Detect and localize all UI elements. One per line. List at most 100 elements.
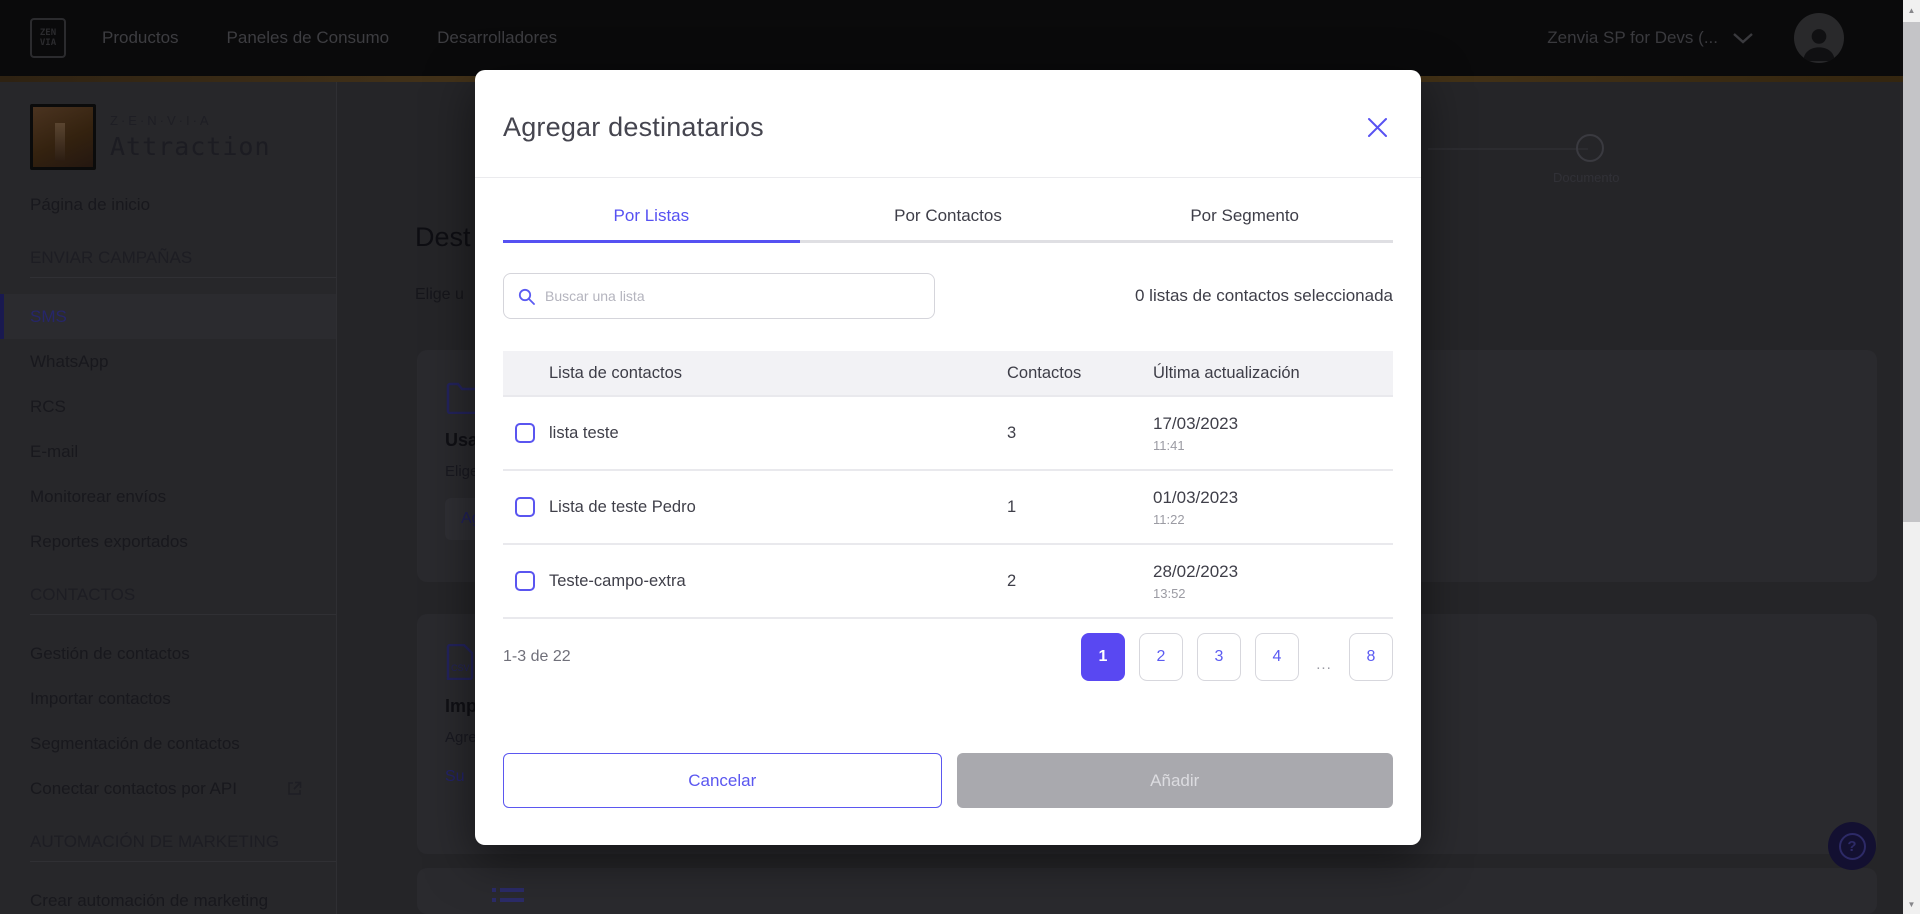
search-input[interactable] — [545, 288, 905, 304]
main-menu: Productos Paneles de Consumo Desarrollad… — [102, 28, 557, 48]
update-date: 17/03/2023 — [1153, 413, 1239, 433]
brand-name: Z·E·N·V·I·A — [110, 113, 212, 128]
column-header-ultima-actualizacion: Última actualización — [1153, 363, 1300, 382]
add-button[interactable]: Añadir — [956, 753, 1393, 808]
pagination-pages: 1 2 3 4 ... 8 — [1081, 633, 1393, 681]
tab-por-listas[interactable]: Por Listas — [503, 192, 800, 243]
tab-por-contactos[interactable]: Por Contactos — [799, 192, 1097, 243]
page-button-2[interactable]: 2 — [1139, 633, 1183, 681]
pagination-ellipsis: ... — [1316, 655, 1332, 673]
row-checkbox[interactable] — [515, 571, 535, 591]
subir-archivo-link[interactable]: Su — [445, 768, 465, 786]
sidebar-item-pagina-de-inicio[interactable]: Página de inicio — [0, 182, 336, 227]
list-name: Lista de teste Pedro — [549, 497, 696, 516]
list-name: Teste-campo-extra — [549, 571, 686, 590]
navbar-right: Zenvia SP for Devs (... — [1547, 13, 1844, 63]
search-box[interactable] — [503, 273, 935, 319]
attraction-brand: Z·E·N·V·I·A Attraction — [0, 82, 336, 170]
table-row: Lista de teste Pedro 1 01/03/2023 11:22 — [503, 471, 1393, 545]
nav-item-paneles-de-consumo[interactable]: Paneles de Consumo — [227, 28, 390, 48]
list-name: lista teste — [549, 423, 619, 442]
row-checkbox[interactable] — [515, 497, 535, 517]
update-time: 11:41 — [1153, 437, 1185, 453]
page-subtitle: Elige u — [415, 286, 464, 303]
zenvia-logo-text-top: ZEN — [39, 28, 57, 38]
stepper-label: Documento — [1553, 170, 1620, 185]
sidebar-item-whatsapp[interactable]: WhatsApp — [0, 339, 336, 384]
last-update-cell: 01/03/2023 11:22 — [1153, 488, 1393, 527]
modal-footer: Cancelar Añadir — [503, 753, 1393, 808]
sidebar-item-gestion-de-contactos[interactable]: Gestión de contactos — [0, 631, 336, 676]
search-row: 0 listas de contactos seleccionada — [503, 273, 1393, 319]
sidebar-item-email[interactable]: E-mail — [0, 429, 336, 474]
external-link-icon — [288, 781, 302, 795]
list-icon — [492, 888, 524, 902]
tab-por-segmento[interactable]: Por Segmento — [1096, 192, 1394, 243]
scroll-up-icon[interactable]: ▲ — [1903, 2, 1920, 18]
sidebar-item-rcs[interactable]: RCS — [0, 384, 336, 429]
pagination-range: 1-3 de 22 — [503, 648, 571, 665]
scroll-down-icon[interactable]: ▼ — [1903, 896, 1920, 912]
help-button[interactable]: ? — [1828, 822, 1876, 870]
page-button-4[interactable]: 4 — [1255, 633, 1299, 681]
sidebar: Z·E·N·V·I·A Attraction Página de inicio … — [0, 82, 337, 914]
search-icon — [518, 288, 535, 305]
nav-item-productos[interactable]: Productos — [102, 28, 179, 48]
modal-tabs: Por Listas Por Contactos Por Segmento — [503, 178, 1394, 243]
user-icon — [1803, 29, 1835, 62]
update-date: 28/02/2023 — [1153, 561, 1239, 581]
csv-file-icon: CSV — [446, 644, 474, 680]
pagination: 1-3 de 22 1 2 3 4 ... 8 — [503, 633, 1393, 681]
svg-text:CSV: CSV — [451, 663, 470, 673]
add-recipients-modal: Agregar destinatarios Por Listas Por Con… — [475, 70, 1421, 845]
table-row: Teste-campo-extra 2 28/02/2023 13:52 — [503, 545, 1393, 619]
stepper-circle — [1576, 134, 1604, 162]
zenvia-logo-icon[interactable]: ZEN VIA — [30, 18, 66, 58]
selection-summary: 0 listas de contactos seleccionada — [1135, 286, 1393, 305]
table-header: Lista de contactos Contactos Última actu… — [503, 351, 1393, 397]
modal-header: Agregar destinatarios — [503, 70, 1393, 177]
sidebar-item-segmentacion-de-contactos[interactable]: Segmentación de contactos — [0, 721, 336, 766]
last-update-cell: 28/02/2023 13:52 — [1153, 562, 1393, 601]
contacts-count: 2 — [1007, 571, 1017, 590]
last-update-cell: 17/03/2023 11:41 — [1153, 414, 1393, 453]
scrollbar[interactable]: ▲ ▼ — [1903, 0, 1920, 914]
table-row: lista teste 3 17/03/2023 11:41 — [503, 397, 1393, 471]
lists-preview-card — [417, 868, 1877, 914]
avatar[interactable] — [1794, 13, 1844, 63]
brand-product: Attraction — [110, 132, 271, 161]
page-button-1[interactable]: 1 — [1081, 633, 1125, 681]
column-header-lista: Lista de contactos — [549, 363, 682, 382]
stepper-connector — [1428, 148, 1588, 150]
page-button-8[interactable]: 8 — [1349, 633, 1393, 681]
update-date: 01/03/2023 — [1153, 487, 1239, 507]
nav-item-desarrolladores[interactable]: Desarrolladores — [437, 28, 557, 48]
column-header-contactos: Contactos — [1007, 363, 1082, 382]
attraction-logo-image — [30, 104, 96, 170]
page-button-3[interactable]: 3 — [1197, 633, 1241, 681]
sidebar-section-contactos: CONTACTOS — [30, 585, 136, 604]
sidebar-item-conectar-contactos-por-api[interactable]: Conectar contactos por API — [0, 766, 336, 811]
sidebar-divider — [30, 614, 336, 615]
sidebar-item-importar-contactos[interactable]: Importar contactos — [0, 676, 336, 721]
sidebar-divider — [30, 277, 336, 278]
account-dropdown[interactable]: Zenvia SP for Devs (... — [1547, 28, 1754, 48]
sidebar-divider — [30, 861, 336, 862]
row-checkbox[interactable] — [515, 423, 535, 443]
cancel-button[interactable]: Cancelar — [503, 753, 942, 808]
update-time: 13:52 — [1153, 585, 1186, 601]
sidebar-item-reportes-exportados[interactable]: Reportes exportados — [0, 519, 336, 564]
sidebar-item-sms[interactable]: SMS — [0, 294, 336, 339]
sidebar-item-label: Conectar contactos por API — [30, 778, 237, 798]
chevron-down-icon — [1733, 33, 1753, 44]
contacts-count: 1 — [1007, 497, 1017, 516]
account-label: Zenvia SP for Devs (... — [1547, 28, 1718, 47]
scrollbar-thumb[interactable] — [1903, 22, 1920, 522]
sidebar-item-monitorear-envios[interactable]: Monitorear envíos — [0, 474, 336, 519]
sidebar-section-enviar-campanas: ENVIAR CAMPAÑAS — [30, 248, 193, 267]
close-icon[interactable] — [1362, 112, 1393, 143]
question-mark-icon: ? — [1838, 832, 1866, 860]
modal-title: Agregar destinatarios — [503, 112, 764, 142]
sidebar-item-crear-automacion-de-marketing[interactable]: Crear automación de marketing — [0, 878, 336, 914]
top-navbar: ZEN VIA Productos Paneles de Consumo Des… — [0, 0, 1920, 76]
